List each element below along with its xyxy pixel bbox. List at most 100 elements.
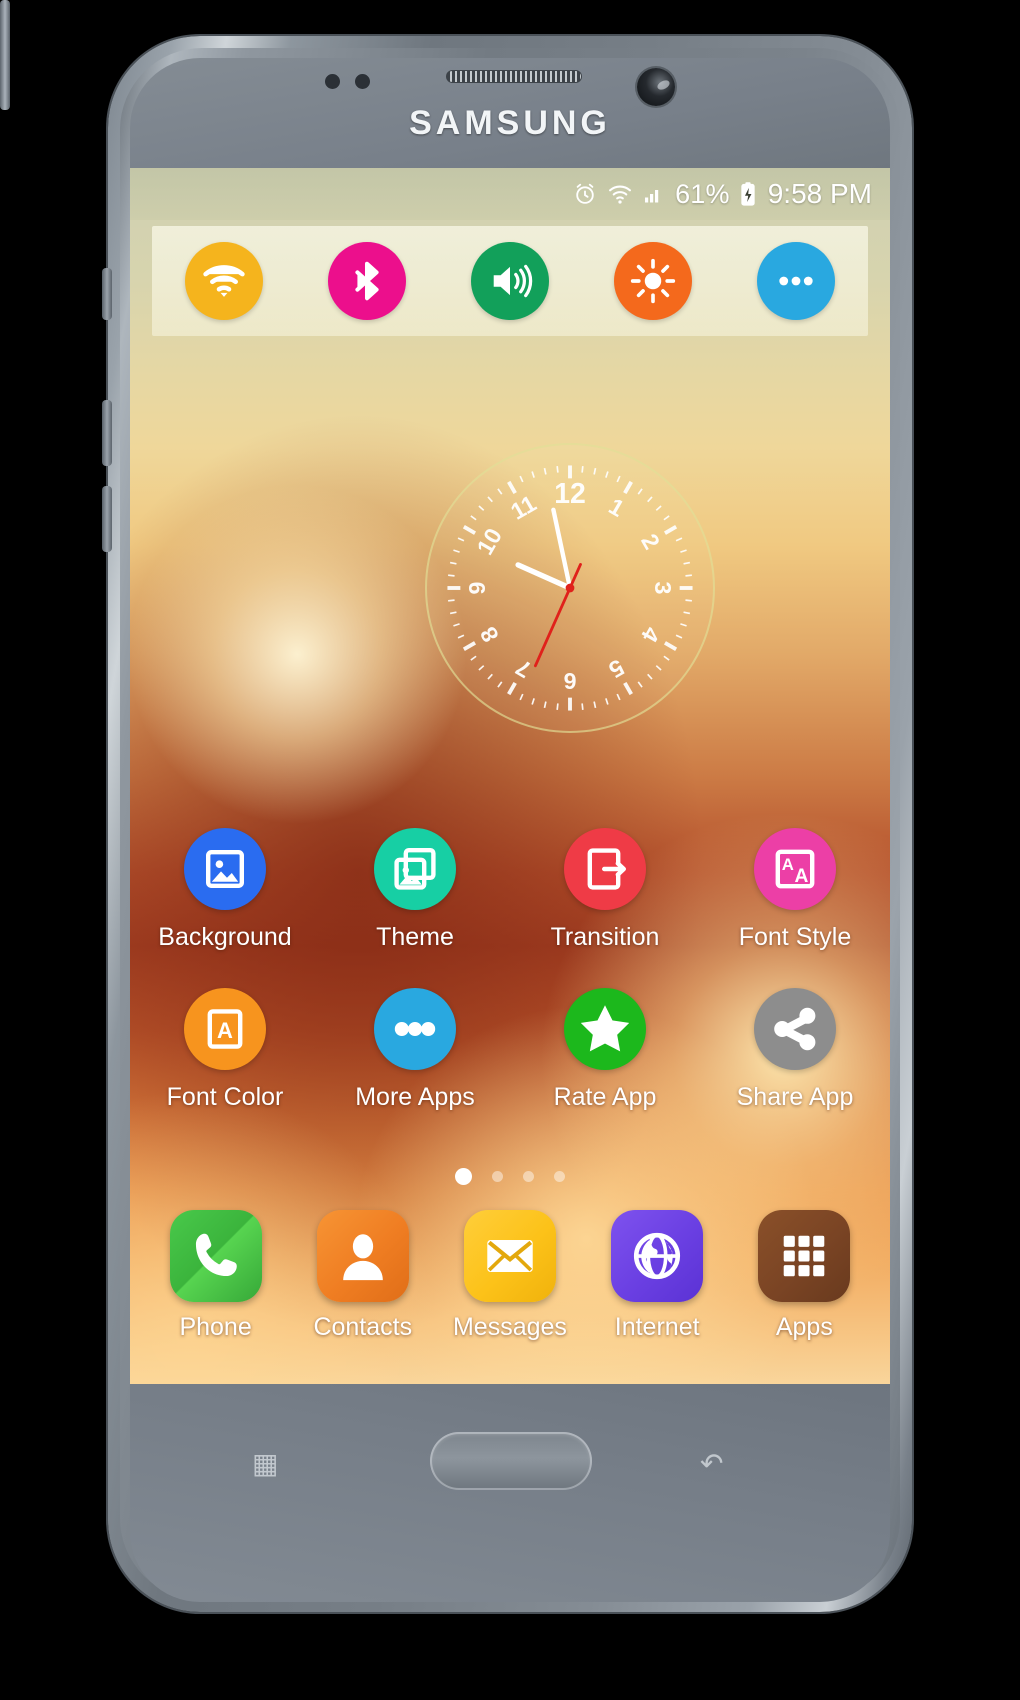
transition-icon-circle[interactable]: [564, 828, 646, 910]
internet-icon-tile[interactable]: [611, 1210, 704, 1302]
page-dot[interactable]: [554, 1171, 565, 1182]
light-sensor-icon: [355, 74, 370, 89]
svg-text:3: 3: [650, 582, 676, 595]
quick-toggle-more[interactable]: [757, 242, 836, 320]
svg-text:A: A: [794, 866, 808, 887]
volume-icon: [493, 264, 533, 298]
svg-text:7: 7: [511, 654, 535, 683]
recents-icon[interactable]: ▦: [252, 1447, 278, 1480]
background-icon-circle[interactable]: [184, 828, 266, 910]
dock-label: Phone: [179, 1313, 252, 1341]
shortcut-theme[interactable]: Theme: [320, 828, 510, 952]
shortcut-label: Font Color: [166, 1083, 284, 1111]
volume-up-button[interactable]: [102, 400, 112, 466]
status-bar: 61% 9:58 PM: [130, 168, 890, 220]
svg-text:10: 10: [472, 524, 507, 559]
image-icon: [205, 849, 244, 888]
proximity-sensor-icon: [325, 74, 340, 89]
star-icon: [581, 1005, 629, 1052]
dock-item-internet[interactable]: Internet: [587, 1210, 727, 1342]
front-camera-icon: [637, 68, 675, 106]
shortcut-row-1: Background Theme Transition A A Font Sty…: [130, 828, 890, 952]
quick-toggle-brightness[interactable]: [614, 242, 693, 320]
page-dot[interactable]: [523, 1171, 534, 1182]
page-indicator[interactable]: [130, 1168, 890, 1185]
phone-icon: [195, 1233, 237, 1277]
shortcut-more-apps[interactable]: More Apps: [320, 988, 510, 1112]
dock-label: Apps: [775, 1313, 833, 1341]
dock-item-phone[interactable]: Phone: [146, 1210, 286, 1342]
shortcut-background[interactable]: Background: [130, 828, 320, 952]
svg-text:4: 4: [636, 622, 665, 646]
quick-toggle-wifi[interactable]: [184, 242, 263, 320]
theme-icon-circle[interactable]: [374, 828, 456, 910]
shortcut-label: Theme: [376, 923, 454, 951]
battery-percent-label: 61%: [675, 178, 730, 209]
quick-toggle-bluetooth[interactable]: [327, 242, 406, 320]
shortcut-label: Background: [158, 923, 292, 951]
home-button[interactable]: [430, 1432, 592, 1490]
home-shortcut-grid: Background Theme Transition A A Font Sty…: [130, 828, 890, 1148]
bixby-button[interactable]: [102, 268, 112, 320]
apps-grid-icon: [784, 1235, 825, 1277]
dock-item-apps[interactable]: Apps: [734, 1210, 874, 1342]
signal-bars-icon: [642, 182, 666, 206]
shortcut-row-2: A Font Color More Apps Rate App Share Ap…: [130, 988, 890, 1112]
bluetooth-icon: [355, 261, 379, 301]
envelope-icon: [487, 1240, 533, 1272]
contact-icon: [342, 1234, 383, 1281]
more-dots-icon: [779, 276, 814, 286]
page-dot[interactable]: [455, 1168, 472, 1185]
alarm-icon: [572, 181, 598, 207]
svg-text:8: 8: [475, 622, 504, 646]
font-color-icon: A: [207, 1009, 243, 1049]
shortcut-label: Rate App: [553, 1083, 657, 1111]
device-brand-logo: SAMSUNG: [409, 104, 611, 142]
svg-text:5: 5: [604, 654, 628, 683]
share-icon: [774, 1007, 816, 1051]
dock-item-messages[interactable]: Messages: [440, 1210, 580, 1342]
earpiece-speaker: [446, 70, 582, 83]
shortcut-label: Font Style: [738, 923, 852, 951]
quick-toggle-volume[interactable]: [470, 242, 549, 320]
shortcut-rate-app[interactable]: Rate App: [510, 988, 700, 1112]
dock-label: Internet: [614, 1313, 700, 1341]
share-app-icon-circle[interactable]: [754, 988, 836, 1070]
svg-text:6: 6: [563, 668, 576, 694]
shortcut-label: More Apps: [355, 1083, 475, 1111]
dock: Phone Contacts Messages Internet Apps: [130, 1210, 890, 1342]
svg-text:12: 12: [554, 478, 586, 510]
quick-settings-panel[interactable]: [152, 226, 868, 336]
rate-app-icon-circle[interactable]: [564, 988, 646, 1070]
apps-icon-tile[interactable]: [758, 1210, 851, 1302]
shortcut-font-color[interactable]: A Font Color: [130, 988, 320, 1112]
globe-icon: [634, 1232, 681, 1280]
svg-text:1: 1: [604, 493, 628, 522]
screenshot-stage: SAMSUNG ▦ ↶ 61% 9:58 PM 12 1 2 3 4 5 6 7…: [0, 0, 1020, 1700]
font-style-icon-circle[interactable]: A A: [754, 828, 836, 910]
phone-screen[interactable]: 61% 9:58 PM 12 1 2 3 4 5 6 7 8 9 10 11 B…: [130, 168, 890, 1384]
shortcut-transition[interactable]: Transition: [510, 828, 700, 952]
back-icon[interactable]: ↶: [700, 1447, 723, 1480]
power-button[interactable]: [0, 0, 10, 110]
brightness-icon: [631, 258, 676, 304]
svg-text:11: 11: [506, 490, 540, 525]
page-dot[interactable]: [492, 1171, 503, 1182]
images-stack-icon: [394, 847, 436, 890]
font-color-icon-circle[interactable]: A: [184, 988, 266, 1070]
shortcut-share-app[interactable]: Share App: [700, 988, 890, 1112]
status-bar-clock: 9:58 PM: [767, 178, 872, 209]
phone-icon-tile[interactable]: [169, 1210, 262, 1302]
wallpaper: [130, 168, 890, 1384]
shortcut-font-style[interactable]: A A Font Style: [700, 828, 890, 952]
dock-item-contacts[interactable]: Contacts: [293, 1210, 433, 1342]
svg-text:2: 2: [636, 529, 665, 553]
more-apps-icon-circle[interactable]: [374, 988, 456, 1070]
wifi-icon: [607, 181, 633, 207]
svg-text:A: A: [217, 1018, 233, 1043]
svg-text:9: 9: [464, 581, 490, 594]
volume-down-button[interactable]: [102, 486, 112, 552]
messages-icon-tile[interactable]: [463, 1210, 556, 1302]
contacts-icon-tile[interactable]: [316, 1210, 409, 1302]
analog-clock-widget[interactable]: 12 1 2 3 4 5 6 7 8 9 10 11: [425, 443, 715, 733]
